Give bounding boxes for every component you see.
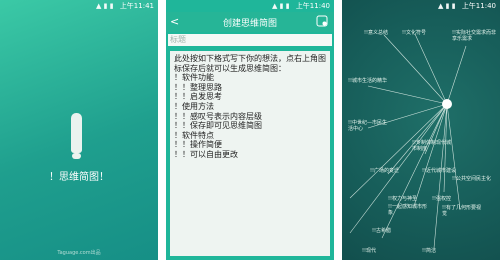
mindmap-center-node[interactable] bbox=[442, 99, 452, 109]
exclamation-dot bbox=[72, 153, 81, 159]
watermark: Taguage.com出品 bbox=[57, 250, 101, 256]
mindmap-node[interactable]: !!强权控 bbox=[432, 196, 451, 202]
editor-title: 创建思维简图 bbox=[222, 19, 277, 29]
signal-icons: ▲ ▮ ▮ bbox=[96, 2, 114, 10]
mindmap-node[interactable]: !!近代城市建设 bbox=[422, 168, 456, 174]
mindmap-node[interactable]: !!公共空间民主化 bbox=[452, 176, 496, 182]
mindmap-node[interactable]: !!专制体制现代城市制度 bbox=[412, 140, 452, 152]
mindmap-node[interactable]: !!简洁 bbox=[422, 248, 436, 254]
app-title: ！思维简图！ bbox=[49, 172, 109, 183]
content-editor[interactable]: 此处按如下格式写下你的想法，点右上角图标保存后就可以生成思维简图： ！软件功能 … bbox=[170, 51, 330, 256]
status-bar: ▲ ▮ ▮ 上午11:40 bbox=[166, 0, 334, 12]
mindmap-node[interactable]: !!中世纪—市民生活中心 bbox=[348, 120, 390, 132]
editor-screen: ▲ ▮ ▮ 上午11:40 < 创建思维简图 标题 此处按如下格式写下你的想法，… bbox=[166, 0, 334, 260]
mindmap-node[interactable]: !!一起感知城市形象 bbox=[388, 204, 430, 216]
signal-icons: ▲ ▮ ▮ bbox=[272, 2, 290, 10]
editor-header: < 创建思维简图 bbox=[166, 12, 334, 32]
mindmap-node[interactable]: !!意义总结 bbox=[364, 30, 388, 36]
mindmap-node[interactable]: !!文化符号 bbox=[402, 30, 426, 36]
mindmap-node[interactable]: !!实际社交需求而非享乐需求 bbox=[452, 30, 496, 42]
title-input[interactable]: 标题 bbox=[168, 34, 332, 46]
mindmap-node[interactable]: !!现代 bbox=[362, 248, 376, 254]
status-bar: ▲ ▮ ▮ 上午11:41 bbox=[0, 0, 158, 12]
save-icon[interactable] bbox=[316, 15, 328, 27]
mindmap-node[interactable]: !!有了几何形要视觉 bbox=[442, 205, 484, 217]
mindmap-node[interactable]: !!古希腊 bbox=[372, 228, 391, 234]
mindmap-screen: ▲ ▮ ▮ 上午11:40 !!意义总结 !!文化符号 !!实际社交需求而非享乐… bbox=[342, 0, 500, 260]
status-time: 上午11:41 bbox=[119, 2, 154, 10]
status-time: 上午11:40 bbox=[295, 2, 330, 10]
mindmap-node[interactable]: !!广场的变迁 bbox=[370, 168, 399, 174]
mindmap-node[interactable]: !!权力与神圣 bbox=[388, 196, 417, 202]
mindmap-node[interactable]: !!城市生活的精华 bbox=[348, 78, 388, 84]
exclamation-icon bbox=[71, 113, 82, 153]
splash-screen: ▲ ▮ ▮ 上午11:41 ！思维简图！ Taguage.com出品 bbox=[0, 0, 158, 260]
